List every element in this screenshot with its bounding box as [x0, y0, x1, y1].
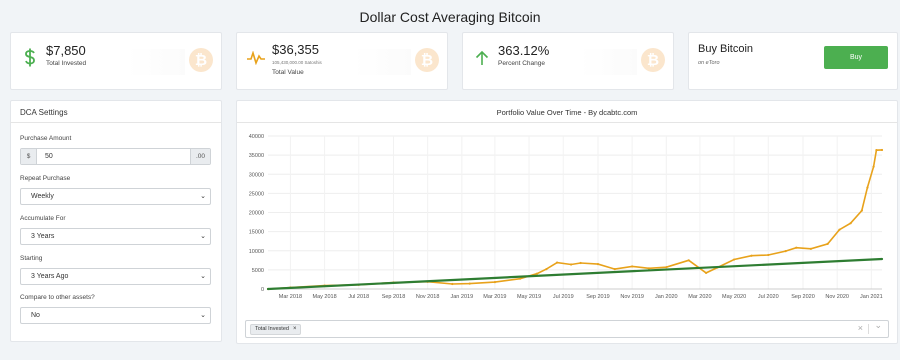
series-filter[interactable]: Total Invested × × ⌄ — [245, 320, 889, 338]
chevron-down-icon: ⌄ — [200, 273, 206, 280]
percent-change-card: 363.12% Percent Change ₿ — [462, 32, 674, 90]
fade-bar — [353, 49, 411, 75]
fade-bar — [127, 49, 185, 75]
clear-icon[interactable]: × — [858, 323, 863, 333]
total-value-card: $36,355 105,430,000.00 Satoshis Total Va… — [236, 32, 448, 90]
bitcoin-icon: ₿ — [415, 48, 439, 72]
bitcoin-icon: ₿ — [189, 48, 213, 72]
chart-title: Portfolio Value Over Time - By dcabtc.co… — [496, 108, 638, 117]
accumulate-for-value: 3 Years — [31, 233, 55, 240]
percent-change-value: 363.12% — [498, 43, 550, 58]
divider — [237, 122, 897, 123]
repeat-purchase-label: Repeat Purchase — [20, 175, 71, 182]
currency-prefix: $ — [21, 149, 37, 164]
divider — [10, 122, 221, 123]
total-value-value: $36,355 — [272, 42, 319, 57]
purchase-amount-input[interactable]: 50 — [45, 149, 53, 164]
remove-tag-icon[interactable]: × — [293, 326, 297, 332]
page-title: Dollar Cost Averaging Bitcoin — [359, 9, 541, 25]
buy-bitcoin-subtitle: on eToro — [698, 60, 720, 66]
fade-bar — [579, 49, 637, 75]
chart-panel — [236, 100, 898, 344]
total-invested-value: $7,850 — [46, 43, 86, 58]
percent-change-label: Percent Change — [498, 60, 545, 67]
total-value-label: Total Value — [272, 69, 304, 76]
purchase-amount-field[interactable]: $ 50 .00 — [20, 148, 211, 165]
chevron-down-icon: ⌄ — [200, 312, 206, 319]
series-tag-label: Total Invested — [255, 326, 289, 332]
accumulate-for-label: Accumulate For — [20, 215, 66, 222]
compare-assets-label: Compare to other assets? — [20, 294, 95, 301]
chevron-down-icon: ⌄ — [200, 233, 206, 240]
starting-label: Starting — [20, 255, 43, 262]
series-tag[interactable]: Total Invested × — [250, 324, 302, 335]
starting-select[interactable]: 3 Years Ago ⌄ — [20, 268, 211, 285]
purchase-amount-label: Purchase Amount — [20, 135, 72, 142]
repeat-purchase-value: Weekly — [31, 193, 54, 200]
dollar-icon — [25, 48, 35, 67]
compare-assets-select[interactable]: No ⌄ — [20, 307, 211, 324]
cents-suffix: .00 — [190, 149, 210, 164]
arrow-up-icon — [475, 50, 489, 65]
settings-title: DCA Settings — [20, 108, 68, 117]
accumulate-for-select[interactable]: 3 Years ⌄ — [20, 228, 211, 245]
chevron-down-icon: ⌄ — [200, 193, 206, 200]
total-invested-label: Total Invested — [46, 60, 87, 67]
bitcoin-icon: ₿ — [641, 48, 665, 72]
buy-button[interactable]: Buy — [824, 46, 888, 69]
pulse-icon — [247, 51, 265, 65]
compare-assets-value: No — [31, 312, 40, 319]
satoshis-value: 105,430,000.00 Satoshis — [272, 60, 322, 65]
buy-bitcoin-title: Buy Bitcoin — [698, 43, 754, 55]
starting-value: 3 Years Ago — [31, 273, 69, 280]
repeat-purchase-select[interactable]: Weekly ⌄ — [20, 188, 211, 205]
dropdown-chevron-icon[interactable]: ⌄ — [874, 320, 882, 331]
total-invested-card: $7,850 Total Invested ₿ — [10, 32, 222, 90]
divider — [868, 324, 869, 334]
